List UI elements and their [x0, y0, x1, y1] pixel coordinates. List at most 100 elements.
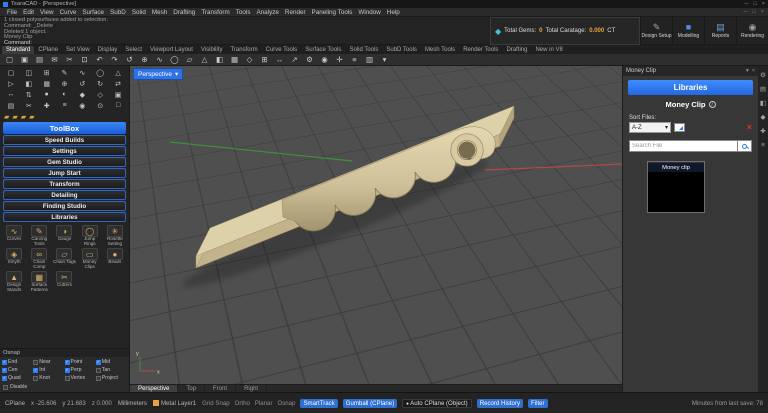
osnap-tan[interactable]: Tan [96, 366, 127, 374]
toolbar-icon-13[interactable]: △ [198, 55, 211, 64]
sidebar-icon-17[interactable]: ◐ [56, 89, 74, 100]
osnap-checkbox[interactable] [65, 376, 70, 381]
sidebar-icon-27[interactable]: □ [109, 100, 127, 111]
menu-file[interactable]: File [4, 9, 20, 16]
osnap-checkbox[interactable] [2, 368, 7, 373]
osnap-int[interactable]: Int [33, 366, 64, 374]
toolbar-icon-11[interactable]: ◯ [168, 55, 181, 64]
workflow-design-setup[interactable]: ✎Design Setup [640, 17, 672, 44]
toolbar-icon-3[interactable]: ✉ [48, 55, 61, 64]
panel-tab-icon-4[interactable]: ✚ [760, 128, 765, 135]
tool-carving-tools[interactable]: ✎Carving Tools [27, 225, 51, 247]
tool-beads[interactable]: ●Beads [103, 248, 127, 270]
status-toggle-smarttrack[interactable]: SmartTrack [300, 399, 337, 408]
doc-minimize-button[interactable]: ─ [744, 9, 748, 15]
sidebar-icon-6[interactable]: △ [109, 67, 127, 78]
toolbar-icon-20[interactable]: ⚙ [303, 55, 316, 64]
menu-paneling-tools[interactable]: Paneling Tools [309, 9, 356, 16]
clear-filter-icon[interactable]: × [747, 123, 752, 132]
toolbar-icon-1[interactable]: ▣ [18, 55, 31, 64]
toolbar-icon-15[interactable]: ▦ [228, 55, 241, 64]
sort-order-select[interactable]: A-Z ▾ [629, 122, 671, 133]
viewport-title-badge[interactable]: Perspective ▾ [133, 68, 183, 80]
toolbar-icon-19[interactable]: ↗ [288, 55, 301, 64]
ribbon-tab-drafting[interactable]: Drafting [502, 46, 531, 54]
ribbon-tab-new-in-v8[interactable]: New in V8 [531, 46, 566, 54]
panel-tab-icon-1[interactable]: ▤ [760, 86, 766, 93]
sidebar-icon-16[interactable]: ● [38, 89, 56, 100]
toolbar-icon-6[interactable]: ↶ [93, 55, 106, 64]
status-toggle-auto-cplane-object[interactable]: Auto CPlane (Object) [402, 399, 472, 408]
ribbon-tab-subd-tools[interactable]: SubD Tools [382, 46, 421, 54]
sidebar-icon-10[interactable]: ⊕ [56, 78, 74, 89]
tool-gauge[interactable]: ◑Gauge [52, 225, 76, 247]
menu-transform[interactable]: Transform [198, 9, 232, 16]
menu-mesh[interactable]: Mesh [149, 9, 170, 16]
ribbon-tab-cplane[interactable]: CPlane [34, 46, 62, 54]
maximize-button[interactable]: □ [753, 1, 756, 7]
toolbar-icon-21[interactable]: ◉ [318, 55, 331, 64]
osnap-end[interactable]: End [2, 358, 33, 366]
toolbar-icon-18[interactable]: ↔ [273, 55, 286, 64]
import-file-icon[interactable] [674, 123, 685, 132]
osnap-checkbox[interactable] [2, 376, 7, 381]
toolbar-group-tab-2[interactable]: ▰ [21, 113, 26, 121]
viewport-tab-right[interactable]: Right [236, 385, 267, 392]
ribbon-tab-visibility[interactable]: Visibility [197, 46, 227, 54]
menu-surface[interactable]: Surface [79, 9, 107, 16]
status-toggle-grid-snap[interactable]: Grid Snap [202, 400, 229, 407]
toolbar-icon-12[interactable]: ▱ [183, 55, 196, 64]
toolbar-icon-8[interactable]: ↺ [123, 55, 136, 64]
viewport-tab-top[interactable]: Top [178, 385, 205, 392]
toolbox-gem-studio[interactable]: Gem Studio [3, 157, 126, 167]
sidebar-icon-7[interactable]: ▷ [2, 78, 20, 89]
sidebar-icon-18[interactable]: ◆ [73, 89, 91, 100]
ribbon-tab-transform[interactable]: Transform [226, 46, 261, 54]
search-input[interactable] [629, 140, 738, 152]
tool-jump-rings[interactable]: ◯Jump Rings [78, 225, 102, 247]
menu-solid[interactable]: Solid [129, 9, 149, 16]
sidebar-icon-24[interactable]: ≡ [56, 100, 74, 111]
menu-render[interactable]: Render [282, 9, 309, 16]
cplane-selector[interactable]: CPlane [5, 400, 25, 407]
ribbon-tab-solid-tools[interactable]: Solid Tools [345, 46, 382, 54]
sidebar-icon-4[interactable]: ∿ [73, 67, 91, 78]
sidebar-icon-9[interactable]: ▦ [38, 78, 56, 89]
menu-view[interactable]: View [37, 9, 57, 16]
sidebar-icon-23[interactable]: ✚ [38, 100, 56, 111]
panel-tab-icon-5[interactable]: ≡ [761, 142, 765, 149]
toolbar-icon-23[interactable]: ≡ [348, 55, 361, 64]
tool-money-clips[interactable]: ▭Money Clips [78, 248, 102, 270]
units-label[interactable]: Millimeters [118, 400, 147, 407]
osnap-disable-checkbox[interactable] [3, 385, 8, 390]
sidebar-icon-20[interactable]: ▣ [109, 89, 127, 100]
toolbar-icon-16[interactable]: ◇ [243, 55, 256, 64]
viewport-canvas[interactable]: x y [130, 66, 622, 384]
close-button[interactable]: × [762, 1, 765, 7]
toolbar-icon-10[interactable]: ∿ [153, 55, 166, 64]
status-toggle-ortho[interactable]: Ortho [235, 400, 250, 407]
status-toggle-filter[interactable]: Filter [528, 399, 548, 408]
osnap-checkbox[interactable] [2, 360, 7, 365]
sidebar-icon-8[interactable]: ◧ [20, 78, 38, 89]
toolbar-group-tab-0[interactable]: ▰ [4, 113, 9, 121]
panel-collapse-icon[interactable]: ▾ [746, 68, 749, 74]
sidebar-icon-0[interactable]: ▢ [2, 67, 20, 78]
ribbon-tab-standard[interactable]: Standard [2, 46, 34, 54]
ribbon-tab-display[interactable]: Display [94, 46, 122, 54]
ribbon-tab-curve-tools[interactable]: Curve Tools [262, 46, 302, 54]
osnap-checkbox[interactable] [96, 360, 101, 365]
toolbox-jump-start[interactable]: Jump Start [3, 168, 126, 178]
osnap-checkbox[interactable] [33, 368, 38, 373]
menu-drafting[interactable]: Drafting [170, 9, 198, 16]
osnap-checkbox[interactable] [33, 360, 38, 365]
sidebar-icon-11[interactable]: ↺ [73, 78, 91, 89]
toolbar-icon-17[interactable]: ⊞ [258, 55, 271, 64]
sidebar-icon-25[interactable]: ◉ [73, 100, 91, 111]
sidebar-icon-2[interactable]: ⊞ [38, 67, 56, 78]
tool-chain-comp[interactable]: ∞Chain Comp [27, 248, 51, 270]
sidebar-icon-21[interactable]: ▤ [2, 100, 20, 111]
command-area[interactable]: 1 closed polysurfaces added to selection… [0, 17, 490, 45]
menu-analyze[interactable]: Analyze [253, 9, 281, 16]
info-icon[interactable]: i [709, 101, 716, 108]
